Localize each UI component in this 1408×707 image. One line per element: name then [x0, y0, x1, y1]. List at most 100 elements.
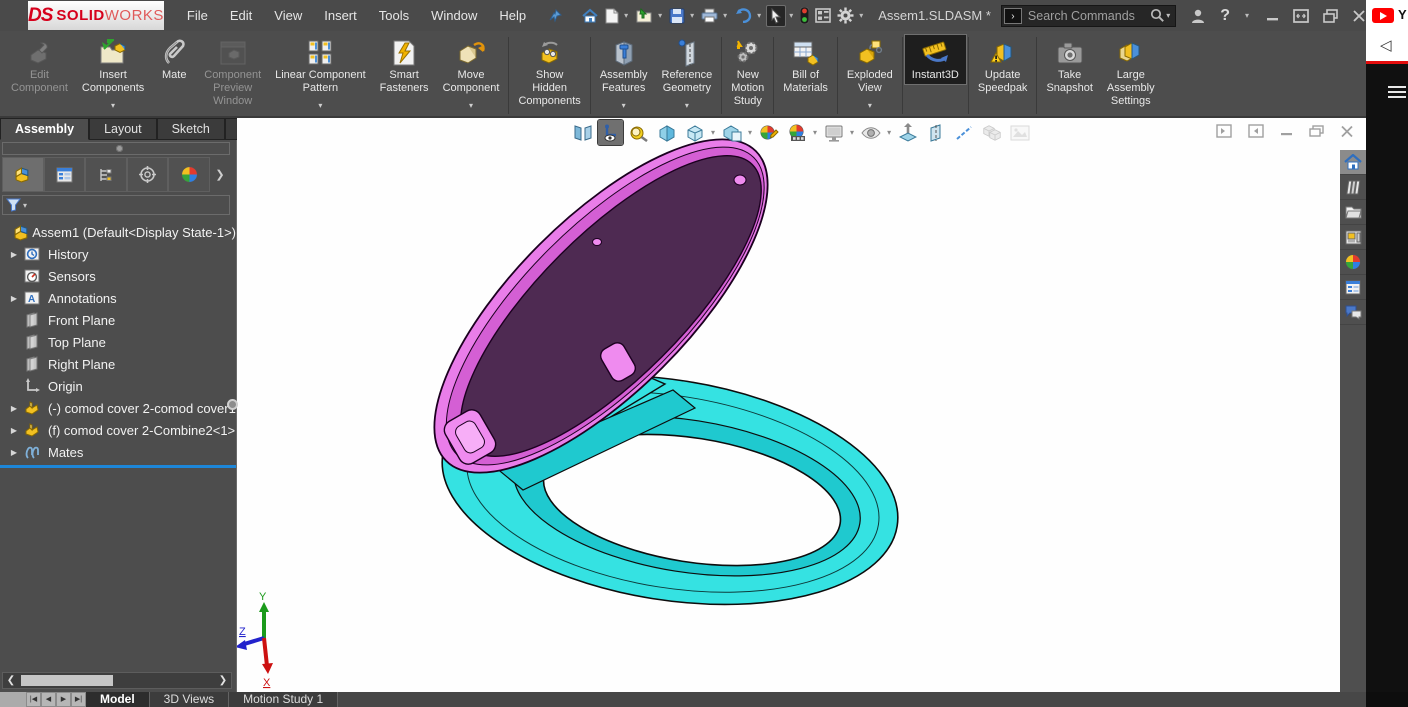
login-user-icon[interactable]	[1190, 8, 1206, 24]
open-document-button[interactable]	[633, 6, 655, 26]
tree-item-front-plane[interactable]: Front Plane	[6, 309, 236, 331]
tree-item-origin[interactable]: Origin	[6, 375, 236, 397]
youtube-icon[interactable]	[1372, 8, 1394, 23]
interference-lights-icon[interactable]	[798, 5, 811, 26]
search-input[interactable]: Search Commands	[1028, 9, 1150, 23]
search-dropdown[interactable]: ▾	[1166, 11, 1170, 20]
undo-dropdown[interactable]: ▾	[757, 11, 761, 20]
home-tab-icon[interactable]	[1340, 150, 1366, 175]
menu-edit[interactable]: Edit	[219, 0, 263, 31]
display-manager-tab[interactable]	[168, 157, 210, 192]
tree-item-mates[interactable]: ▶ Mates	[6, 441, 236, 463]
search-commands-box[interactable]: › Search Commands ▾	[1000, 4, 1177, 27]
assembly-features-button[interactable]: Assembly Features	[593, 35, 655, 115]
model-viewport[interactable]: Y Z X	[237, 118, 1366, 692]
last-tab-button[interactable]: ▶|	[71, 692, 86, 707]
save-dropdown[interactable]: ▾	[690, 11, 694, 20]
feature-manager-tab[interactable]	[2, 157, 44, 192]
apply-view-icon[interactable]	[597, 119, 624, 146]
custom-properties-icon[interactable]	[1340, 275, 1366, 300]
display-style-icon[interactable]	[719, 120, 744, 145]
hide-show-items-dropdown[interactable]: ▾	[887, 128, 891, 137]
view-settings-icon[interactable]	[821, 120, 846, 145]
move-component-dropdown[interactable]	[469, 95, 473, 113]
scroll-left-arrow[interactable]: ❮	[3, 675, 19, 686]
linear-pattern-dropdown[interactable]	[318, 95, 322, 113]
menu-window[interactable]: Window	[420, 0, 488, 31]
show-hidden-components-button[interactable]: Show Hidden Components	[511, 35, 587, 110]
filter-dropdown[interactable]: ▾	[23, 201, 27, 210]
dim-xpert-tab[interactable]	[126, 157, 169, 192]
collapse-right-pane-icon[interactable]	[1248, 124, 1264, 138]
exploded-view-button[interactable]: Exploded View	[840, 35, 900, 115]
new-document-dropdown[interactable]: ▾	[624, 11, 628, 20]
component-preview-window-button[interactable]: Component Preview Window	[197, 35, 268, 110]
help-dropdown[interactable]: ▾	[1245, 11, 1249, 20]
options-gear-button[interactable]	[835, 5, 856, 26]
tree-root[interactable]: Assem1 (Default<Display State-1>)	[0, 221, 236, 243]
close-document-icon[interactable]	[1340, 125, 1354, 138]
large-assembly-settings-button[interactable]: Large Assembly Settings	[1100, 35, 1162, 110]
rollback-bar[interactable]	[0, 465, 236, 468]
design-library-icon[interactable]	[1340, 175, 1366, 200]
section-view-icon[interactable]	[923, 120, 948, 145]
exploded-view-dropdown[interactable]	[868, 95, 872, 113]
menu-tools[interactable]: Tools	[368, 0, 420, 31]
view-orientation-dropdown[interactable]: ▾	[711, 128, 715, 137]
property-manager-tab[interactable]	[43, 157, 86, 192]
linear-component-pattern-button[interactable]: Linear Component Pattern	[268, 35, 373, 115]
panel-resize-handle[interactable]	[227, 399, 238, 410]
cascade-windows-icon[interactable]	[1323, 8, 1338, 23]
open-document-dropdown[interactable]: ▾	[658, 11, 662, 20]
insert-components-dropdown[interactable]	[111, 95, 115, 113]
print-button[interactable]	[699, 6, 720, 25]
tab-sketch[interactable]: Sketch	[156, 118, 225, 140]
back-arrow-icon[interactable]: ◁	[1380, 36, 1392, 54]
tab-layout[interactable]: Layout	[89, 118, 157, 140]
pin-menu-icon[interactable]	[547, 8, 563, 24]
display-pane-button[interactable]	[813, 6, 833, 25]
hide-show-items-icon[interactable]	[858, 120, 883, 145]
splitter-dot[interactable]	[116, 145, 123, 152]
minimize-document-icon[interactable]	[1280, 125, 1293, 137]
tree-item-history[interactable]: ▶ History	[6, 243, 236, 265]
search-icon[interactable]	[1150, 8, 1165, 23]
instant3d-button[interactable]: Instant3D	[903, 34, 967, 85]
scroll-right-arrow[interactable]: ❯	[215, 675, 231, 686]
measure-icon[interactable]	[951, 120, 976, 145]
home-button[interactable]	[579, 6, 601, 26]
tree-filter-row[interactable]: ▾	[2, 195, 230, 215]
insert-components-button[interactable]: Insert Components	[75, 35, 151, 115]
save-button[interactable]	[667, 6, 687, 26]
undo-button[interactable]	[732, 6, 754, 25]
restore-document-icon[interactable]	[1309, 124, 1324, 138]
tree-item-comod-cover1[interactable]: ▶ (-) comod cover 2-comod cover1	[6, 397, 236, 419]
select-tool-button[interactable]	[766, 4, 787, 27]
reference-geometry-button[interactable]: Reference Geometry	[655, 35, 720, 115]
apply-scene-icon[interactable]	[784, 120, 809, 145]
restore-window-icon[interactable]	[1293, 8, 1309, 23]
new-document-button[interactable]	[603, 6, 621, 26]
new-motion-study-button[interactable]: New Motion Study	[724, 35, 771, 110]
tree-item-annotations[interactable]: ▶ A Annotations	[6, 287, 236, 309]
appearances-scenes-icon[interactable]	[1340, 250, 1366, 275]
take-snapshot-button[interactable]: Take Snapshot	[1039, 35, 1099, 97]
tab-3d-views[interactable]: 3D Views	[149, 692, 230, 707]
select-tool-dropdown[interactable]: ▾	[789, 11, 793, 20]
edit-appearance-icon[interactable]	[756, 120, 781, 145]
panel-tabs-expand-icon[interactable]: ❯	[210, 157, 230, 192]
panel-horizontal-scrollbar[interactable]: ❮ ❯	[2, 672, 232, 689]
tree-item-right-plane[interactable]: Right Plane	[6, 353, 236, 375]
menu-file[interactable]: File	[176, 0, 219, 31]
menu-view[interactable]: View	[263, 0, 313, 31]
tree-item-sensors[interactable]: Sensors	[6, 265, 236, 287]
options-dropdown[interactable]: ▾	[859, 11, 863, 20]
view-orientation-icon[interactable]	[682, 120, 707, 145]
collapse-left-pane-icon[interactable]	[1216, 124, 1232, 138]
move-component-button[interactable]: Move Component	[436, 35, 507, 115]
previous-view-icon[interactable]	[654, 120, 679, 145]
configuration-manager-tab[interactable]	[85, 157, 127, 192]
menu-help[interactable]: Help	[488, 0, 537, 31]
assembly-features-dropdown[interactable]	[622, 95, 626, 113]
update-speedpak-button[interactable]: Update Speedpak	[971, 35, 1035, 97]
